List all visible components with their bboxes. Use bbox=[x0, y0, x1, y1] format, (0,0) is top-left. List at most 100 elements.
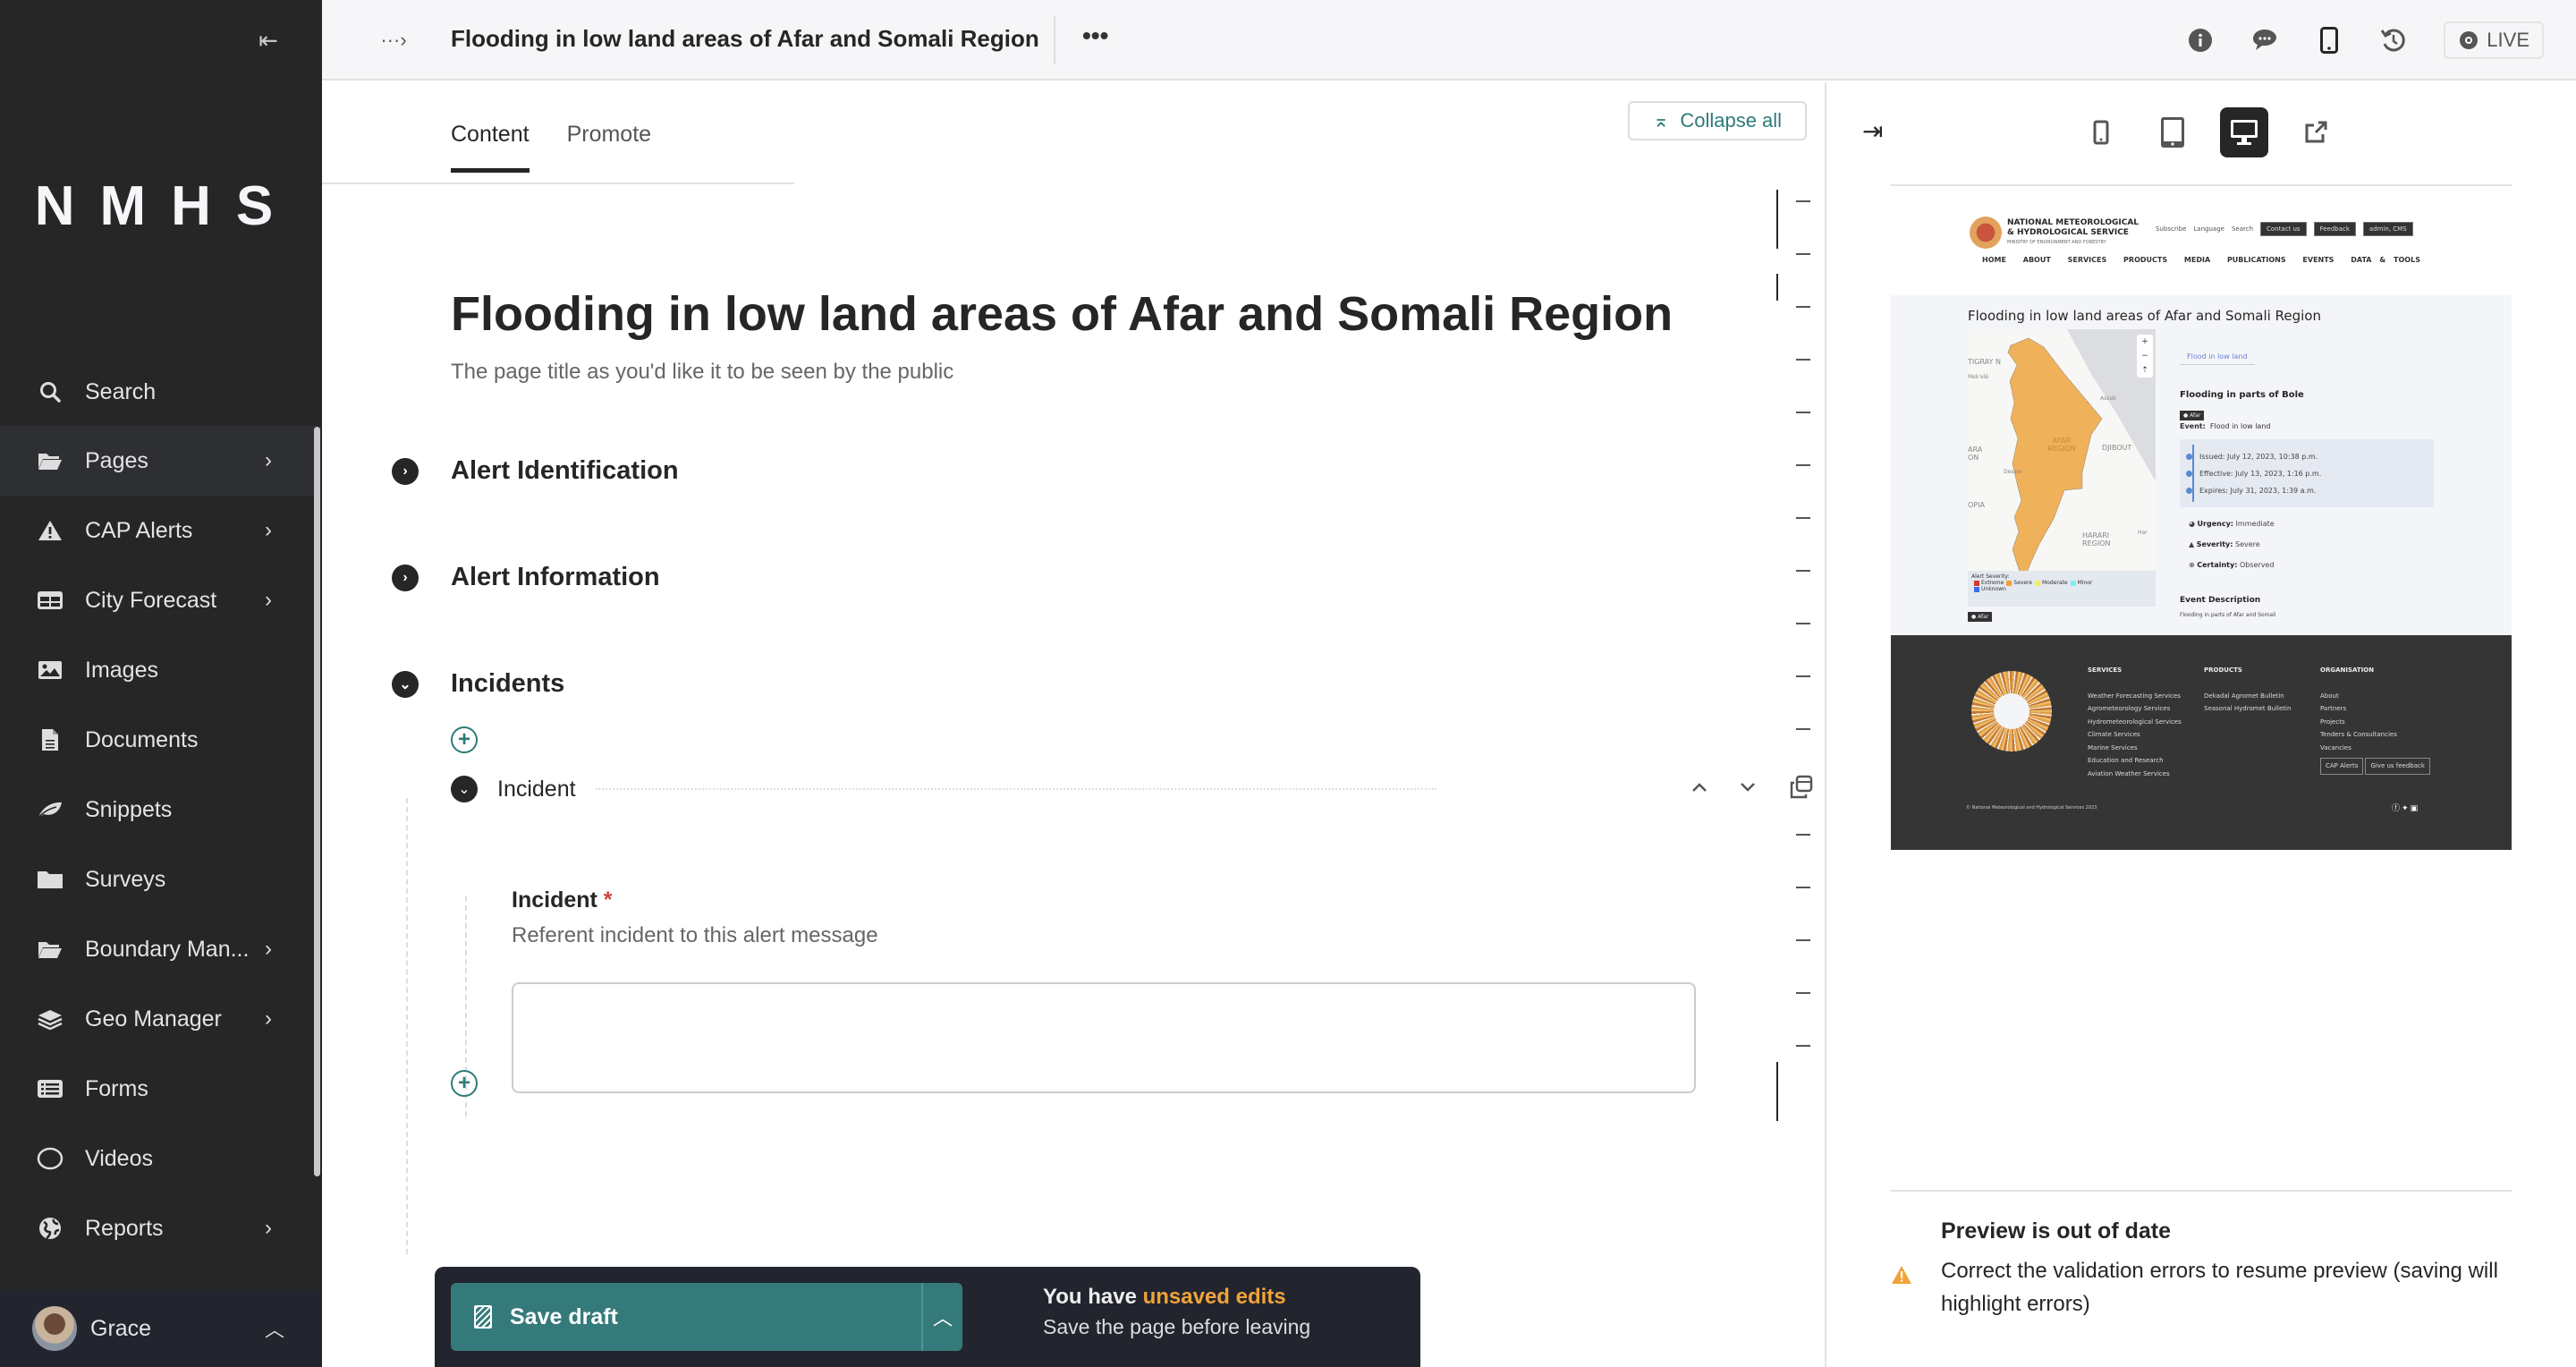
severity-row: ▲ Severity: Severe bbox=[2189, 540, 2434, 548]
info-button[interactable] bbox=[2186, 26, 2215, 55]
alert-timeline: Issued: July 12, 2023, 10:38 p.m. Effect… bbox=[2180, 439, 2434, 507]
footer-link: Dekadal Agromet Bulletin bbox=[2204, 692, 2284, 700]
logo[interactable]: NMHS bbox=[0, 174, 322, 238]
preview-warning-text: Correct the validation errors to resume … bbox=[1941, 1259, 2498, 1316]
incident-field-label: Incident * bbox=[512, 887, 613, 913]
site-org-name: NATIONAL METEOROLOGICAL & HYDROLOGICAL S… bbox=[2007, 218, 2139, 248]
area-tag-label: Afar bbox=[2190, 412, 2201, 419]
device-preview-button[interactable] bbox=[2315, 26, 2343, 55]
sidebar-item-label: Documents bbox=[85, 726, 199, 752]
event-value: Flood in low land bbox=[2209, 422, 2271, 430]
sidebar-item-label: Forms bbox=[85, 1075, 148, 1101]
sidebar-search[interactable]: Search bbox=[0, 367, 322, 417]
legend-label: Extreme bbox=[1981, 580, 2004, 586]
preview-tablet-button[interactable] bbox=[2148, 107, 2197, 157]
sidebar-item-reports[interactable]: Reports › bbox=[0, 1193, 315, 1263]
incident-input[interactable] bbox=[512, 982, 1696, 1093]
event-label: Event: bbox=[2180, 422, 2206, 430]
sidebar-item-documents[interactable]: Documents bbox=[0, 705, 315, 775]
unsaved-prefix: You have bbox=[1043, 1285, 1143, 1309]
site-button: Contact us bbox=[2260, 222, 2307, 236]
sidebar-item-label: Surveys bbox=[85, 866, 166, 892]
comments-button[interactable] bbox=[2250, 26, 2279, 55]
globe-icon bbox=[36, 1214, 64, 1243]
sidebar-item-snippets[interactable]: Snippets bbox=[0, 775, 315, 845]
urgency-icon: ◕ bbox=[2189, 520, 2195, 528]
minimap-tick bbox=[1796, 992, 1810, 994]
move-down-button[interactable] bbox=[1739, 781, 1757, 798]
breadcrumb-icon: ···› bbox=[380, 29, 407, 51]
add-block-button[interactable]: + bbox=[451, 726, 478, 753]
minimap[interactable] bbox=[1776, 190, 1826, 1156]
breadcrumb-toggle[interactable]: ···› bbox=[376, 25, 411, 55]
top-header: ···› Flooding in low land areas of Afar … bbox=[322, 0, 2576, 81]
minimap-marker bbox=[1776, 1062, 1778, 1121]
save-bar: Save draft ︿ You have unsaved edits Save… bbox=[435, 1267, 1420, 1367]
sidebar-item-videos[interactable]: Videos bbox=[0, 1124, 315, 1193]
add-block-button[interactable]: + bbox=[451, 1070, 478, 1097]
folder-open-icon bbox=[36, 446, 64, 475]
sidebar-scrollbar[interactable] bbox=[314, 427, 320, 1176]
preview-warning-title: Preview is out of date bbox=[1941, 1218, 2172, 1244]
save-draft-button[interactable]: Save draft ︿ bbox=[451, 1283, 962, 1351]
arrow-left-bar-icon: ⇤ bbox=[258, 26, 278, 54]
sidebar-item-label: Videos bbox=[85, 1145, 153, 1171]
map-label: ARA ON bbox=[1968, 446, 1983, 462]
account-menu[interactable]: Grace ︿ bbox=[0, 1290, 322, 1367]
attr-value: Immediate bbox=[2235, 520, 2275, 528]
map-label: Dessie bbox=[2004, 469, 2021, 475]
legend-label: Severe bbox=[2013, 580, 2033, 586]
list-icon bbox=[36, 1074, 64, 1103]
close-preview-button[interactable]: ⇥ bbox=[1862, 116, 1883, 146]
avatar bbox=[32, 1306, 77, 1351]
history-button[interactable] bbox=[2379, 26, 2408, 55]
legend-label: Moderate bbox=[2042, 580, 2068, 586]
incident-toggle[interactable]: ⌄ bbox=[451, 776, 478, 802]
section-incidents[interactable]: ⌄ Incidents bbox=[392, 669, 564, 699]
collapse-sidebar-button[interactable]: ⇤ bbox=[252, 27, 284, 54]
folder-icon bbox=[36, 865, 64, 894]
live-status-button[interactable]: LIVE bbox=[2444, 21, 2544, 59]
sidebar-item-images[interactable]: Images bbox=[0, 635, 315, 705]
attr-label: Urgency: bbox=[2197, 520, 2233, 528]
sidebar-item-pages[interactable]: Pages › bbox=[0, 426, 315, 496]
sidebar-item-surveys[interactable]: Surveys bbox=[0, 845, 315, 914]
preview-frame[interactable]: NATIONAL METEOROLOGICAL & HYDROLOGICAL S… bbox=[1891, 206, 2512, 850]
move-up-button[interactable] bbox=[1690, 781, 1708, 798]
attr-value: Observed bbox=[2239, 561, 2275, 569]
chevron-right-icon: › bbox=[265, 518, 272, 542]
incident-block-header: ⌄ Incident bbox=[451, 771, 1687, 807]
footer-services: SERVICES Weather Forecasting Services Agr… bbox=[2088, 664, 2182, 780]
map-label: Har bbox=[2138, 530, 2148, 536]
sidebar-item-forms[interactable]: Forms bbox=[0, 1054, 315, 1124]
preview-size-switcher bbox=[2077, 107, 2340, 157]
collapse-all-button[interactable]: ⌅ Collapse all bbox=[1628, 101, 1807, 140]
legend-item: Minor bbox=[2068, 580, 2092, 586]
legend-swatch bbox=[1974, 586, 1979, 592]
tablet-icon bbox=[2161, 117, 2184, 148]
sidebar-item-cap-alerts[interactable]: CAP Alerts › bbox=[0, 496, 315, 565]
more-save-options-button[interactable]: ︿ bbox=[923, 1283, 962, 1351]
section-alert-information[interactable]: › Alert Information bbox=[392, 563, 660, 592]
crosshair-icon: ⊕ bbox=[2189, 561, 2195, 569]
sidebar-item-boundary-manager[interactable]: Boundary Man... › bbox=[0, 914, 315, 984]
section-title: Alert Information bbox=[451, 563, 660, 591]
sidebar-item-city-forecast[interactable]: City Forecast › bbox=[0, 565, 315, 635]
footer-heading: PRODUCTS bbox=[2204, 667, 2242, 674]
more-actions-button[interactable]: ••• bbox=[1082, 21, 1108, 50]
tab-promote[interactable]: Promote bbox=[567, 122, 651, 173]
tab-content[interactable]: Content bbox=[451, 122, 530, 173]
footer-logo bbox=[1971, 671, 2052, 751]
page-title-input[interactable]: Flooding in low land areas of Afar and S… bbox=[451, 286, 1685, 342]
sidebar-item-geo-manager[interactable]: Geo Manager › bbox=[0, 984, 315, 1054]
section-alert-identification[interactable]: › Alert Identification bbox=[392, 456, 679, 486]
dotted-separator bbox=[595, 788, 1436, 790]
site-link: Search bbox=[2231, 225, 2254, 233]
preview-mobile-button[interactable] bbox=[2077, 107, 2125, 157]
footer-heading: ORGANISATION bbox=[2320, 667, 2375, 674]
minimap-tick bbox=[1796, 728, 1810, 730]
minimap-tick bbox=[1796, 781, 1810, 783]
chevron-up-icon: ︿ bbox=[932, 1307, 953, 1329]
open-preview-new-tab-button[interactable] bbox=[2292, 107, 2340, 157]
preview-desktop-button[interactable] bbox=[2220, 107, 2268, 157]
